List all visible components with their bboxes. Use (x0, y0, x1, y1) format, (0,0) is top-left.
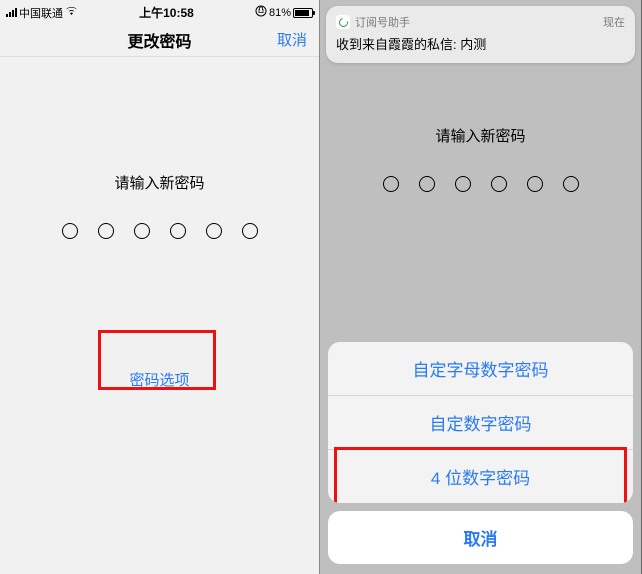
passcode-dot (491, 176, 507, 192)
annotation-highlight (98, 330, 216, 390)
notification-message: 收到来自霞霞的私信: 内测 (336, 34, 625, 53)
passcode-dot (206, 223, 222, 239)
app-icon (336, 15, 350, 29)
carrier-label: 中国联通 (19, 5, 63, 21)
passcode-prompt: 请输入新密码 (320, 125, 641, 146)
action-sheet: 自定字母数字密码 自定数字密码 4 位数字密码 取消 (328, 342, 633, 564)
passcode-dot (383, 176, 399, 192)
notification-banner[interactable]: 订阅号助手 现在 收到来自霞霞的私信: 内测 (326, 6, 635, 63)
passcode-dot (419, 176, 435, 192)
passcode-dot (98, 223, 114, 239)
nav-cancel-button[interactable]: 取消 (277, 29, 307, 50)
passcode-dots (320, 176, 641, 192)
nav-header: 更改密码 取消 (0, 23, 319, 57)
passcode-dot (242, 223, 258, 239)
phone-left: 中国联通 上午10:58 81% 更改密码 取消 请输入新密码 密码选项 (0, 0, 320, 574)
passcode-prompt: 请输入新密码 (0, 172, 319, 193)
action-sheet-group: 自定字母数字密码 自定数字密码 4 位数字密码 (328, 342, 633, 503)
phone-right: 订阅号助手 现在 收到来自霞霞的私信: 内测 请输入新密码 密码选项 自定字母数… (320, 0, 641, 574)
passcode-dot (170, 223, 186, 239)
sheet-option-4digit[interactable]: 4 位数字密码 (328, 449, 633, 503)
clock-label: 上午10:58 (139, 4, 194, 21)
notification-app-name: 订阅号助手 (355, 14, 410, 30)
wifi-icon (65, 6, 78, 19)
passcode-dots (0, 223, 319, 239)
passcode-dot (563, 176, 579, 192)
sheet-option-custom-numeric[interactable]: 自定数字密码 (328, 395, 633, 449)
signal-bars-icon (6, 8, 17, 17)
battery-percent: 81% (269, 7, 291, 19)
notification-time: 现在 (603, 14, 625, 30)
orientation-lock-icon (255, 5, 267, 20)
sheet-cancel-button[interactable]: 取消 (328, 511, 633, 564)
passcode-dot (527, 176, 543, 192)
battery-icon (293, 8, 313, 18)
passcode-dot (62, 223, 78, 239)
sheet-option-alphanumeric[interactable]: 自定字母数字密码 (328, 342, 633, 395)
page-title: 更改密码 (127, 28, 191, 52)
annotation-highlight (334, 447, 627, 503)
passcode-dot (455, 176, 471, 192)
status-bar: 中国联通 上午10:58 81% (0, 0, 319, 23)
passcode-dot (134, 223, 150, 239)
